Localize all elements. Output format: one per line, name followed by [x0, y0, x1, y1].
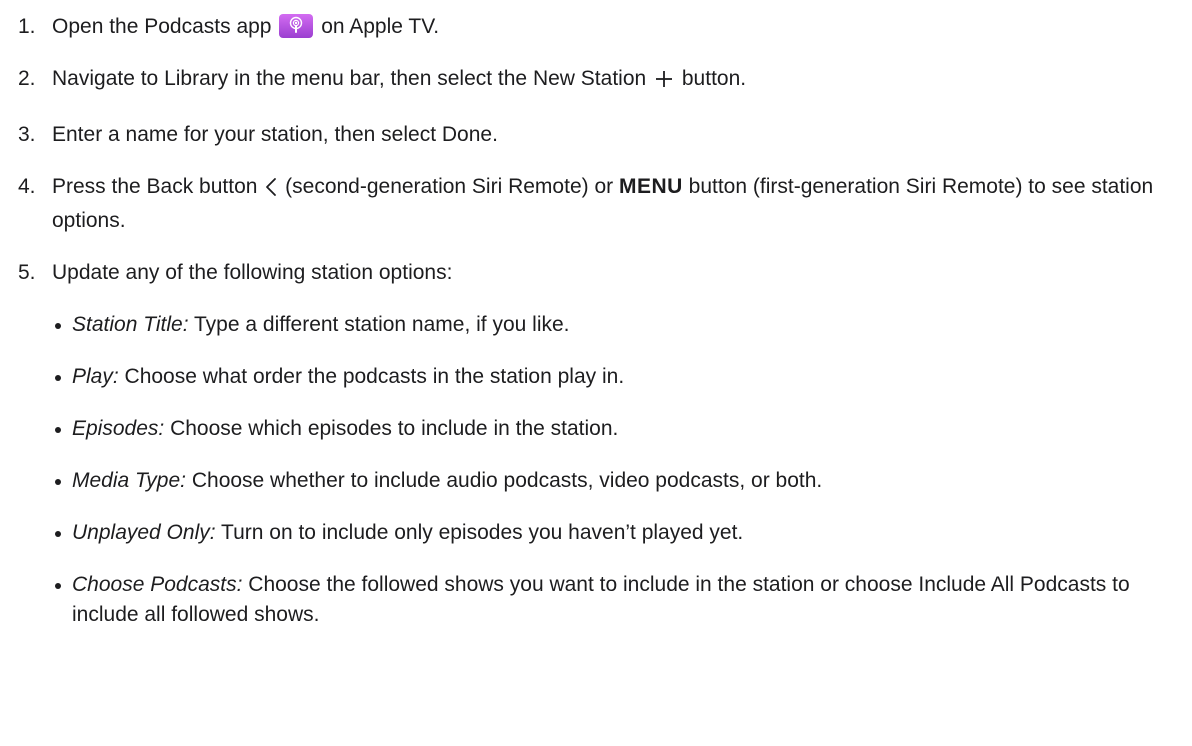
step-text: Enter a name for your station, then sele…: [52, 123, 498, 146]
list-item: Play: Choose what order the podcasts in …: [52, 362, 1188, 392]
bullet-dot: [55, 479, 61, 485]
option-term: Episodes:: [72, 417, 165, 440]
podcasts-app-icon: [279, 14, 314, 38]
option-description: Choose which episodes to include in the …: [170, 417, 619, 440]
list-item: Choose Podcasts: Choose the followed sho…: [52, 570, 1188, 630]
step-1: 1. Open the Podcasts app on Apple TV.: [18, 12, 1188, 42]
step-text: button.: [681, 67, 747, 90]
list-item: Media Type: Choose whether to include au…: [52, 466, 1188, 496]
step-number: 4.: [18, 175, 36, 198]
step-text: (second-generation Siri Remote) or: [285, 175, 614, 198]
option-description: Choose whether to include audio podcasts…: [191, 469, 823, 492]
step-5: 5. Update any of the following station o…: [18, 258, 1188, 630]
menu-button-label: MENU: [618, 175, 683, 198]
step-number: 5.: [18, 261, 36, 284]
bullet-dot: [55, 375, 61, 381]
option-description: Choose what order the podcasts in the st…: [124, 365, 625, 388]
bullet-dot: [55, 323, 61, 329]
step-number: 3.: [18, 123, 36, 146]
bullet-dot: [55, 583, 61, 589]
station-options-list: Station Title: Type a different station …: [52, 310, 1188, 630]
step-number: 2.: [18, 67, 36, 90]
option-term: Station Title:: [72, 313, 189, 336]
chevron-left-icon: [265, 176, 277, 206]
step-number: 1.: [18, 15, 36, 38]
plus-icon: [654, 68, 674, 98]
option-description: Type a different station name, if you li…: [194, 313, 570, 336]
step-text: Open the Podcasts app: [52, 15, 272, 38]
step-3: 3. Enter a name for your station, then s…: [18, 120, 1188, 150]
option-term: Play:: [72, 365, 119, 388]
step-4: 4. Press the Back button (second-generat…: [18, 172, 1188, 236]
step-text: Press the Back button: [52, 175, 258, 198]
step-2: 2. Navigate to Library in the menu bar, …: [18, 64, 1188, 98]
list-item: Episodes: Choose which episodes to inclu…: [52, 414, 1188, 444]
bullet-dot: [55, 427, 61, 433]
bullet-dot: [55, 531, 61, 537]
option-term: Media Type:: [72, 469, 186, 492]
step-text: Navigate to Library in the menu bar, the…: [52, 67, 647, 90]
list-item: Station Title: Type a different station …: [52, 310, 1188, 340]
step-text: Update any of the following station opti…: [52, 261, 453, 284]
step-text: on Apple TV.: [321, 15, 440, 38]
option-term: Choose Podcasts:: [72, 573, 243, 596]
list-item: Unplayed Only: Turn on to include only e…: [52, 518, 1188, 548]
option-description: Turn on to include only episodes you hav…: [221, 521, 744, 544]
instruction-steps: 1. Open the Podcasts app on Apple TV. 2.…: [18, 12, 1188, 652]
option-term: Unplayed Only:: [72, 521, 216, 544]
